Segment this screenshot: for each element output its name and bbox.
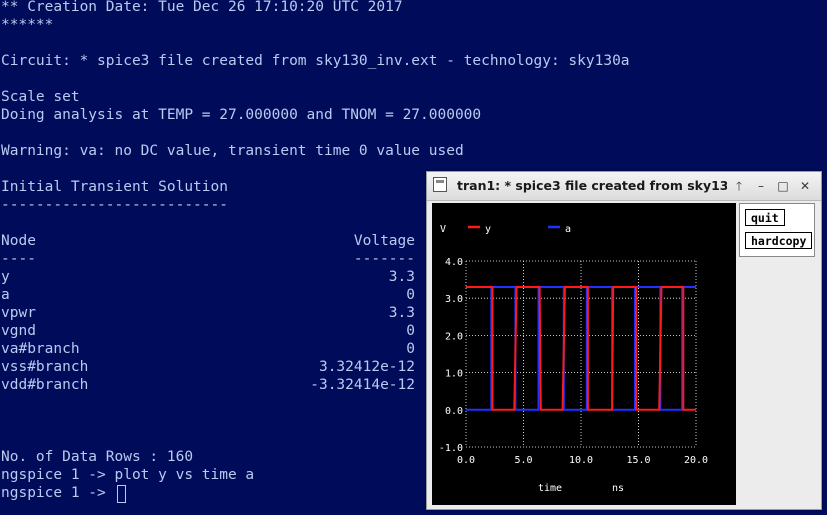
- terminal-prompt[interactable]: ngspice 1 ->: [1, 484, 115, 502]
- node-name: a: [1, 287, 10, 303]
- y-tick-label: 1.0: [445, 369, 463, 380]
- terminal-line: ngspice 1 -> plot y vs time a: [1, 467, 255, 483]
- x-tick-label: 0.0: [457, 455, 475, 466]
- y-tick-label: -1.0: [439, 443, 463, 454]
- minimize-icon[interactable]: –: [753, 178, 769, 194]
- y-tick-label: 3.0: [445, 294, 463, 305]
- terminal-line: ******: [1, 17, 54, 33]
- terminal-line: No. of Data Rows : 160: [1, 449, 194, 465]
- waveform-chart: V y a 0.0 5.0 10.0 15.0 20.04.03.02.01.00.0-…: [439, 224, 708, 494]
- x-tick-label: 20.0: [684, 455, 708, 466]
- y-axis-label: V: [440, 224, 446, 235]
- terminal-line: Doing analysis at TEMP = 27.000000 and T…: [1, 107, 482, 123]
- x-tick-label: 10.0: [569, 455, 593, 466]
- node-name: vss#branch: [1, 359, 89, 375]
- table-header-node: Node: [1, 233, 36, 249]
- terminal-line: --------------------------: [1, 197, 228, 213]
- node-voltage: -3.32414e-12: [310, 377, 415, 393]
- close-icon[interactable]: ✕: [797, 178, 813, 194]
- node-voltage: 3.32412e-12: [318, 359, 415, 375]
- terminal-line: Initial Transient Solution: [1, 179, 228, 195]
- y-tick-label: 0.0: [445, 406, 463, 417]
- window-titlebar[interactable]: tran1: * spice3 file created from sky130…: [427, 172, 821, 201]
- y-tick-label: 2.0: [445, 331, 463, 342]
- legend-label-y: y: [485, 224, 491, 235]
- x-tick-label: 15.0: [626, 455, 650, 466]
- table-rule-node: ----: [1, 251, 36, 267]
- window-title: tran1: * spice3 file created from sky130: [457, 178, 727, 193]
- y-tick-label: 4.0: [445, 257, 463, 268]
- maximize-icon[interactable]: □: [775, 178, 791, 194]
- terminal-line: ** Creation Date: Tue Dec 26 17:10:20 UT…: [1, 0, 403, 15]
- node-voltage: 0: [406, 341, 415, 357]
- node-name: va#branch: [1, 341, 80, 357]
- table-header-voltage: Voltage: [353, 233, 415, 249]
- node-voltage: 3.3: [388, 305, 415, 321]
- hardcopy-button[interactable]: hardcopy: [745, 232, 813, 249]
- x-tick-label: 5.0: [514, 455, 532, 466]
- legend-label-a: a: [565, 224, 571, 235]
- node-name: vgnd: [1, 323, 36, 339]
- x-axis-unit: ns: [612, 483, 624, 494]
- node-voltage: 0: [406, 323, 415, 339]
- node-name: vdd#branch: [1, 377, 89, 393]
- terminal-line: Scale set: [1, 89, 80, 105]
- node-name: vpwr: [1, 305, 36, 321]
- table-rule-voltage: -------: [353, 251, 415, 267]
- node-voltage: 3.3: [388, 269, 415, 285]
- plot-window[interactable]: tran1: * spice3 file created from sky130…: [426, 171, 822, 510]
- terminal-line: Circuit: * spice3 file created from sky1…: [1, 53, 630, 69]
- app-icon: [433, 177, 447, 192]
- node-name: y: [1, 269, 10, 285]
- arrow-up-icon[interactable]: 🡑: [731, 178, 747, 194]
- terminal-line: Warning: va: no DC value, transient time…: [1, 143, 464, 159]
- text-cursor: [117, 485, 126, 503]
- plot-area[interactable]: V y a 0.0 5.0 10.0 15.0 20.0 4.0 3.0 2.0 1.0 0.0-…: [432, 203, 736, 505]
- node-voltage: 0: [406, 287, 415, 303]
- quit-button[interactable]: quit: [745, 209, 785, 226]
- x-axis-label: time: [538, 483, 562, 494]
